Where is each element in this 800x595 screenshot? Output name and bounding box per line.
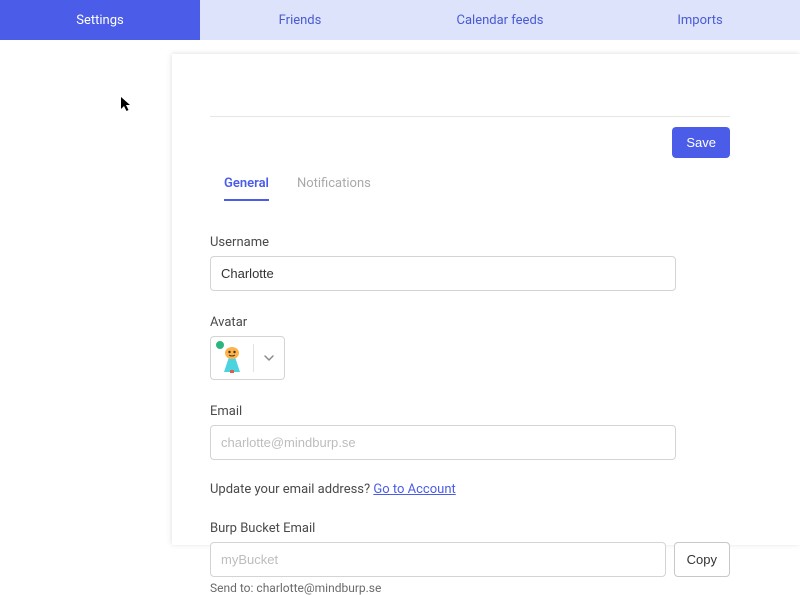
tab-friends[interactable]: Friends [200,0,400,40]
avatar-divider [253,344,254,372]
avatar-image [217,342,247,374]
avatar-picker[interactable] [210,336,285,380]
top-nav: Settings Friends Calendar feeds Imports [0,0,800,40]
email-hint-text: Update your email address? [210,482,373,497]
bucket-input[interactable] [210,542,666,577]
bucket-label: Burp Bucket Email [210,521,730,536]
username-input[interactable] [210,256,676,291]
subtab-notifications[interactable]: Notifications [297,176,371,201]
go-to-account-link[interactable]: Go to Account [373,482,455,497]
divider [210,116,730,117]
save-button[interactable]: Save [672,127,730,158]
email-input [210,425,676,460]
copy-button[interactable]: Copy [674,542,730,577]
avatar-label: Avatar [210,315,730,330]
tab-calendar-feeds[interactable]: Calendar feeds [400,0,600,40]
subtab-general[interactable]: General [224,176,269,201]
email-label: Email [210,404,730,419]
tab-imports[interactable]: Imports [600,0,800,40]
username-label: Username [210,235,730,250]
email-hint: Update your email address? Go to Account [210,482,730,497]
tab-settings[interactable]: Settings [0,0,200,40]
avatar-status-badge [215,340,225,350]
sendto-text: Send to: charlotte@mindburp.se [210,581,730,595]
chevron-down-icon[interactable] [260,352,278,364]
settings-panel: Save General Notifications Username Avat… [172,54,800,545]
subtabs: General Notifications [210,176,730,201]
cursor-icon [120,96,134,116]
